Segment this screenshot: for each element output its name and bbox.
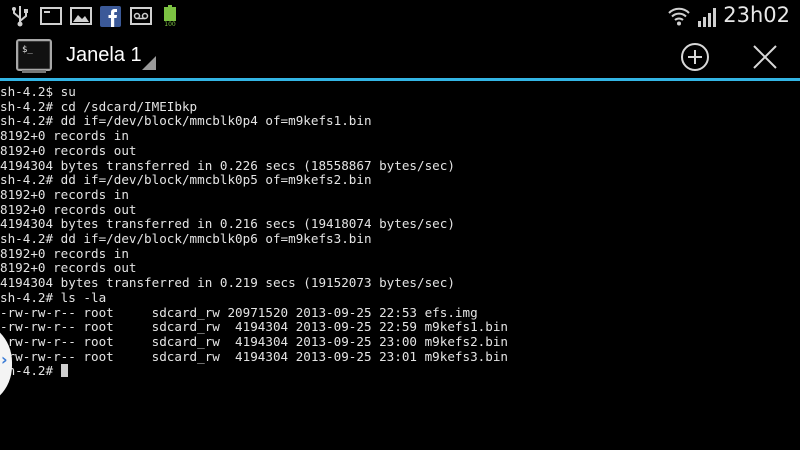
terminal-line: 8192+0 records in — [0, 128, 129, 144]
chevron-right-icon[interactable]: › — [1, 350, 8, 369]
terminal-line: 8192+0 records out — [0, 201, 137, 217]
usb-icon — [12, 6, 28, 27]
terminal-line: sh-4.2$ su — [0, 84, 76, 99]
terminal-line: -rw-rw-r-- root sdcard_rw 4194304 2013-0… — [0, 319, 508, 335]
terminal-line: 4194304 bytes transferred in 0.226 secs … — [0, 157, 455, 173]
terminal-cursor — [60, 364, 68, 378]
battery-full-icon: 100 — [164, 5, 176, 27]
terminal-line: sh-4.2# dd if=/dev/block/mmcblk0p4 of=m9… — [0, 113, 372, 129]
terminal-view[interactable]: sh-4.2$ su sh-4.2# cd /sdcard/IMEIbkp sh… — [0, 83, 800, 450]
wifi-icon — [668, 7, 690, 26]
action-bar-divider — [0, 78, 800, 81]
new-window-button[interactable] — [678, 40, 712, 74]
terminal-line: 8192+0 records out — [0, 142, 137, 158]
voicemail-icon — [130, 7, 152, 25]
terminal-line: -rw-rw-r-- root sdcard_rw 4194304 2013-0… — [0, 333, 508, 349]
facebook-icon — [100, 6, 121, 27]
status-time: 23h02 — [723, 3, 790, 27]
window-title[interactable]: Janela 1 — [66, 44, 142, 67]
terminal-line: sh-4.2# dd if=/dev/block/mmcblk0p6 of=m9… — [0, 231, 372, 247]
terminal-line: -rw-rw-r-- root sdcard_rw 20971520 2013-… — [0, 304, 478, 320]
terminal-line: 8192+0 records in — [0, 186, 129, 202]
battery-level-label: 100 — [164, 21, 176, 27]
terminal-output: sh-4.2$ su sh-4.2# cd /sdcard/IMEIbkp sh… — [0, 84, 508, 379]
status-bar: 100 23h02 — [0, 0, 800, 33]
window-dropdown-icon[interactable] — [142, 56, 156, 70]
terminal-line: 8192+0 records out — [0, 260, 137, 276]
app-terminal-icon[interactable]: $_ — [16, 39, 52, 73]
signal-icon — [698, 8, 716, 27]
terminal-line: 4194304 bytes transferred in 0.219 secs … — [0, 275, 455, 291]
terminal-line: 8192+0 records in — [0, 245, 129, 261]
svg-text:$_: $_ — [22, 45, 33, 55]
terminal-icon — [40, 7, 62, 25]
terminal-line: sh-4.2# dd if=/dev/block/mmcblk0p5 of=m9… — [0, 172, 372, 188]
close-window-button[interactable] — [748, 40, 782, 74]
terminal-line: sh-4.2# ls -la — [0, 289, 107, 305]
terminal-line: -rw-rw-r-- root sdcard_rw 4194304 2013-0… — [0, 348, 508, 364]
terminal-line: 4194304 bytes transferred in 0.216 secs … — [0, 216, 455, 232]
gallery-icon — [70, 7, 92, 25]
terminal-line: sh-4.2# cd /sdcard/IMEIbkp — [0, 98, 198, 114]
